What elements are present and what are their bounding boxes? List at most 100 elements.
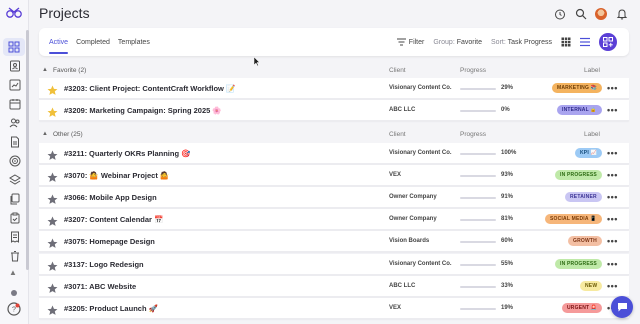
star-icon[interactable] (47, 303, 58, 315)
search-icon[interactable] (574, 7, 587, 20)
progress-percent: 100% (501, 150, 517, 156)
chevron-up-icon[interactable]: ▲ (9, 268, 17, 277)
column-header-client[interactable]: Client (389, 67, 406, 74)
bell-icon[interactable] (615, 7, 628, 20)
label-badge[interactable]: NEW (580, 281, 603, 291)
star-icon[interactable] (47, 214, 58, 226)
project-title[interactable]: #3207: Content Calendar 📅 (64, 215, 163, 224)
column-header-label[interactable]: Label (584, 67, 600, 74)
tab-templates[interactable]: Templates (118, 28, 150, 56)
sidebar-item-tasks[interactable] (7, 210, 22, 225)
sidebar-item-dashboard[interactable] (3, 38, 25, 56)
label-badge[interactable]: SOCIAL MEDIA 📱 (545, 214, 602, 224)
star-icon[interactable] (47, 105, 58, 117)
star-icon[interactable] (47, 192, 58, 204)
column-header-progress[interactable]: Progress (460, 131, 486, 138)
more-options-icon[interactable]: ••• (607, 281, 618, 291)
help-icon[interactable]: ? (7, 302, 21, 316)
tab-completed[interactable]: Completed (76, 28, 110, 56)
progress-bar (460, 264, 496, 266)
add-project-button[interactable] (599, 33, 617, 51)
table-row[interactable]: #3066: Mobile App Design Owner Company 91%… (39, 187, 629, 208)
project-title[interactable]: #3211: Quarterly OKRs Planning 🎯 (64, 149, 190, 158)
sidebar-item-goals[interactable] (7, 153, 22, 168)
grid-view-icon[interactable] (561, 37, 571, 47)
sidebar-item-team[interactable] (7, 115, 22, 130)
section-name: Other (25) (53, 131, 83, 138)
more-options-icon[interactable]: ••• (607, 105, 618, 115)
chart-icon (9, 79, 20, 90)
more-options-icon[interactable]: ••• (607, 259, 618, 269)
timer-icon[interactable] (553, 7, 566, 20)
label-badge[interactable]: MARKETING 📚 (552, 83, 603, 93)
project-title[interactable]: #3066: Mobile App Design (64, 193, 157, 202)
label-badge[interactable]: URGENT 🚨 (562, 303, 603, 313)
more-options-icon[interactable]: ••• (607, 192, 618, 202)
label-badge[interactable]: GROWTH (568, 236, 602, 246)
sidebar-item-trash[interactable] (7, 248, 22, 263)
more-options-icon[interactable]: ••• (607, 170, 618, 180)
project-title[interactable]: #3209: Marketing Campaign: Spring 2025 🌸 (64, 106, 222, 115)
sidebar-item-invoices[interactable] (7, 229, 22, 244)
tab-active[interactable]: Active (49, 28, 69, 56)
sidebar-scrollbar[interactable] (26, 30, 29, 270)
star-icon[interactable] (47, 259, 58, 271)
star-icon[interactable] (47, 236, 58, 248)
sort-prefix: Sort: (491, 38, 506, 46)
more-options-icon[interactable]: ••• (607, 214, 618, 224)
table-row[interactable]: #3075: Homepage Design Vision Boards 60% GR… (39, 231, 629, 252)
chat-button[interactable] (611, 296, 633, 318)
collapse-caret-icon[interactable]: ▲ (42, 131, 48, 137)
star-icon[interactable] (47, 83, 58, 95)
column-header-progress[interactable]: Progress (460, 67, 486, 74)
project-title[interactable]: #3070: 🤷 Webinar Project 🤷 (64, 171, 169, 180)
project-title[interactable]: #3203: Client Project: ContentCraft Work… (64, 84, 235, 93)
sidebar-item-contacts[interactable] (7, 58, 22, 73)
star-icon[interactable] (47, 148, 58, 160)
group-by-select[interactable]: Group: Favorite (433, 39, 482, 46)
more-options-icon[interactable]: ••• (607, 148, 618, 158)
filter-button[interactable]: Filter (396, 38, 424, 46)
list-view-icon[interactable] (580, 37, 590, 47)
project-title[interactable]: #3205: Product Launch 🚀 (64, 304, 158, 313)
sidebar-item-documents[interactable] (7, 134, 22, 149)
column-header-client[interactable]: Client (389, 131, 406, 138)
avatar[interactable] (595, 7, 607, 20)
table-row[interactable]: #3070: 🤷 Webinar Project 🤷 VEX 93% IN PROGR… (39, 165, 629, 186)
label-badge[interactable]: INTERNAL 🔒 (557, 105, 602, 115)
star-icon[interactable] (47, 281, 58, 293)
progress-percent: 60% (501, 238, 514, 244)
project-title[interactable]: #3137: Logo Redesign (64, 260, 144, 269)
sort-select[interactable]: Sort: Task Progress (491, 39, 552, 46)
table-row[interactable]: #3209: Marketing Campaign: Spring 2025 🌸… (39, 100, 629, 121)
collapse-icon[interactable] (11, 290, 17, 296)
target-icon (9, 155, 20, 166)
project-title[interactable]: #3071: ABC Website (64, 282, 136, 291)
sidebar-item-copy[interactable] (7, 191, 22, 206)
table-row[interactable]: #3211: Quarterly OKRs Planning 🎯 Visionar… (39, 143, 629, 164)
table-row[interactable]: #3137: Logo Redesign Visionary Content Co… (39, 254, 629, 275)
sidebar-item-reports[interactable] (7, 77, 22, 92)
label-badge[interactable]: IN PROGRESS (555, 259, 602, 269)
star-icon[interactable] (47, 170, 58, 182)
label-badge[interactable]: RETAINER (565, 192, 602, 202)
sidebar-item-calendar[interactable] (7, 96, 22, 111)
section-header-favorite[interactable]: ▲ Favorite (2) Client Progress Label (39, 65, 629, 77)
table-row[interactable]: #3207: Content Calendar 📅 Owner Company 81… (39, 209, 629, 230)
table-row[interactable]: #3071: ABC Website ABC LLC 33% NEW ••• (39, 276, 629, 297)
label-badge[interactable]: KPI 📈 (575, 148, 602, 158)
group-prefix: Group: (433, 38, 455, 46)
column-header-label[interactable]: Label (584, 131, 600, 138)
collapse-caret-icon[interactable]: ▲ (42, 67, 48, 73)
app-logo-icon[interactable] (6, 5, 23, 19)
svg-text:?: ? (12, 307, 16, 314)
sidebar-item-layers[interactable] (7, 172, 22, 187)
more-options-icon[interactable]: ••• (607, 236, 618, 246)
table-row[interactable]: #3203: Client Project: ContentCraft Work… (39, 78, 629, 99)
project-title[interactable]: #3075: Homepage Design (64, 237, 155, 246)
more-options-icon[interactable]: ••• (607, 83, 618, 93)
dashboard-icon (8, 41, 20, 53)
table-row[interactable]: #3205: Product Launch 🚀VEX19%URGENT 🚨••• (39, 298, 629, 319)
label-badge[interactable]: IN PROGRESS (555, 170, 602, 180)
section-header-other[interactable]: ▲ Other (25) Client Progress Label (39, 129, 629, 141)
